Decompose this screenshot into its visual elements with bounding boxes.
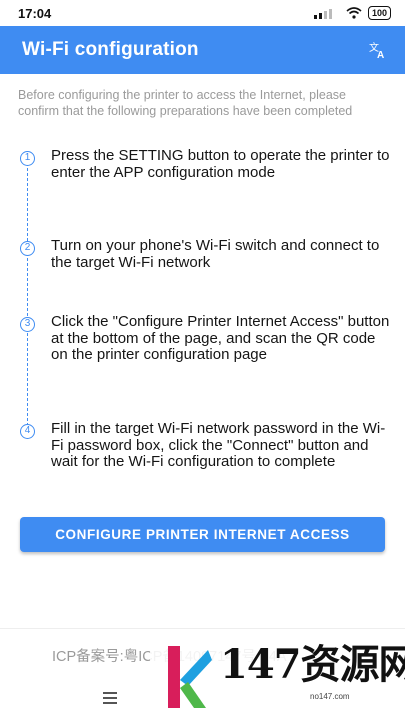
- menu-icon[interactable]: [103, 692, 117, 704]
- battery-indicator: 100: [367, 6, 391, 20]
- step-text: Turn on your phone's Wi-Fi switch and co…: [51, 237, 380, 271]
- status-time: 17:04: [18, 5, 52, 21]
- step-number: 4: [20, 424, 35, 439]
- step-text: Press the SETTING button to operate the …: [51, 147, 390, 181]
- status-bar: 17:04 100: [0, 0, 405, 26]
- step-number: 3: [20, 317, 35, 332]
- app-bar: Wi-Fi configuration 文 A: [0, 26, 405, 74]
- intro-text: Before configuring the printer to access…: [18, 88, 353, 118]
- status-icons: 100: [313, 6, 391, 20]
- footer-divider: [0, 628, 405, 629]
- watermark: 147资源网 no147.com: [150, 630, 405, 720]
- page-title: Wi-Fi configuration: [22, 39, 199, 60]
- wifi-icon: [346, 7, 362, 19]
- translate-icon[interactable]: 文 A: [367, 39, 389, 61]
- step-text: Click the "Configure Printer Internet Ac…: [51, 313, 390, 363]
- timeline-line: [27, 158, 28, 436]
- configure-printer-button[interactable]: CONFIGURE PRINTER INTERNET ACCESS: [20, 517, 385, 552]
- watermark-domain: no147.com: [310, 692, 350, 701]
- watermark-text: 147资源网: [220, 641, 405, 688]
- signal-icon: [313, 8, 332, 19]
- step-number: 1: [20, 151, 35, 166]
- step-text: Fill in the target Wi-Fi network passwor…: [51, 420, 386, 470]
- steps-list: 1 Press the SETTING button to operate th…: [18, 146, 390, 496]
- svg-text:A: A: [377, 50, 384, 60]
- step-number: 2: [20, 241, 35, 256]
- watermark-logo: [168, 646, 212, 708]
